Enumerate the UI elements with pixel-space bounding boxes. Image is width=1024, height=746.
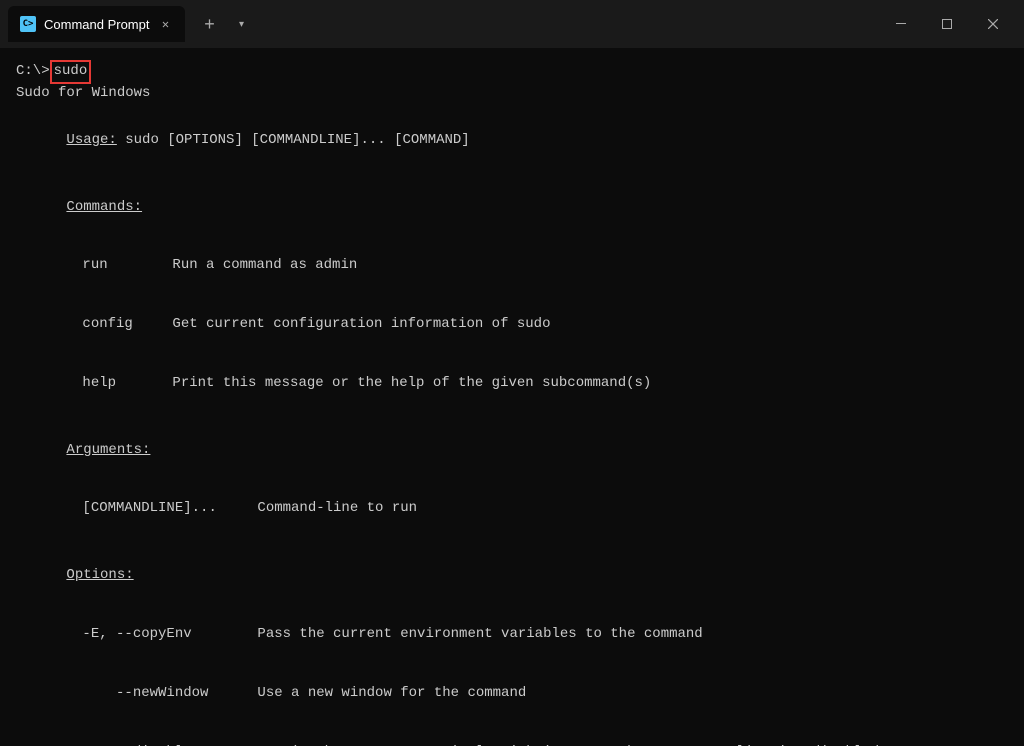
- tab-label: Command Prompt: [44, 17, 149, 32]
- window-controls: [878, 8, 1016, 40]
- cmd-config-name: config: [82, 315, 172, 335]
- cmd-help-desc: Print this message or the help of the gi…: [172, 375, 651, 391]
- arguments-label: Arguments:: [66, 442, 150, 458]
- opt-newwindow-line: --newWindowUse a new window for the comm…: [16, 664, 1008, 723]
- new-tab-button[interactable]: +: [193, 8, 225, 40]
- tab-icon: C>: [20, 16, 36, 32]
- command-prompt-tab[interactable]: C> Command Prompt ✕: [8, 6, 185, 42]
- first-prompt-line: C:\>sudo: [16, 60, 1008, 84]
- sudo-command-highlight: sudo: [50, 60, 92, 84]
- opt2-desc: Use a new window for the command: [257, 685, 526, 701]
- arguments-heading: Arguments:: [16, 421, 1008, 480]
- arg-desc: Command-line to run: [257, 500, 417, 516]
- title-bar-actions: + ▾: [193, 8, 253, 40]
- arg-commandline-line: [COMMANDLINE]...Command-line to run: [16, 480, 1008, 539]
- title-bar: C> Command Prompt ✕ + ▾: [0, 0, 1024, 48]
- cmd-help-line: helpPrint this message or the help of th…: [16, 354, 1008, 413]
- cmd-config-desc: Get current configuration information of…: [172, 316, 550, 332]
- sudo-description: Sudo for Windows: [16, 84, 1008, 104]
- commands-label: Commands:: [66, 199, 142, 215]
- usage-line: Usage: sudo [OPTIONS] [COMMANDLINE]... […: [16, 111, 1008, 170]
- opt3-name: --disableInput: [82, 743, 257, 746]
- cmd-run-line: runRun a command as admin: [16, 237, 1008, 296]
- cmd-run-name: run: [82, 256, 172, 276]
- commands-heading: Commands:: [16, 178, 1008, 237]
- opt-copyenv-line: -E, --copyEnvPass the current environmen…: [16, 605, 1008, 664]
- opt1-desc: Pass the current environment variables t…: [257, 626, 702, 642]
- opt1-name: -E, --copyEnv: [82, 625, 257, 645]
- terminal-window: C> Command Prompt ✕ + ▾: [0, 0, 1024, 746]
- usage-text: sudo [OPTIONS] [COMMANDLINE]... [COMMAND…: [117, 132, 470, 148]
- maximize-button[interactable]: [924, 8, 970, 40]
- usage-label: Usage:: [66, 132, 116, 148]
- options-heading: Options:: [16, 547, 1008, 606]
- cmd-help-name: help: [82, 374, 172, 394]
- prompt-prefix: C:\>: [16, 62, 50, 82]
- terminal-content[interactable]: C:\>sudo Sudo for Windows Usage: sudo [O…: [0, 48, 1024, 746]
- cmd-run-desc: Run a command as admin: [172, 257, 357, 273]
- dropdown-button[interactable]: ▾: [229, 8, 253, 40]
- close-button[interactable]: [970, 8, 1016, 40]
- opt2-name: --newWindow: [82, 684, 257, 704]
- arg-name: [COMMANDLINE]...: [82, 499, 257, 519]
- opt-disableinput-line: --disableInputRun in the current termina…: [16, 723, 1008, 746]
- minimize-button[interactable]: [878, 8, 924, 40]
- options-label: Options:: [66, 567, 133, 583]
- tab-close-button[interactable]: ✕: [157, 16, 173, 32]
- cmd-config-line: configGet current configuration informat…: [16, 296, 1008, 355]
